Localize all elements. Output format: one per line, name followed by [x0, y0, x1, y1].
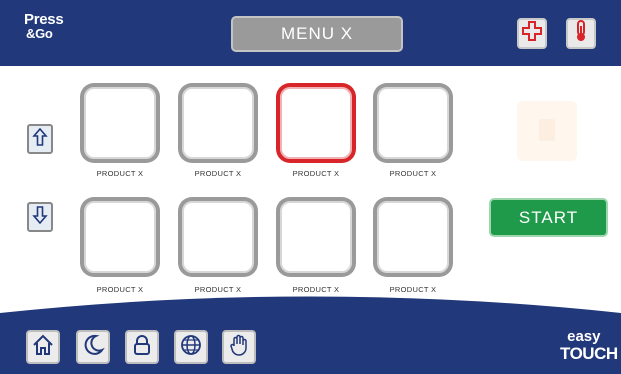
globe-icon [179, 333, 203, 362]
home-button[interactable] [26, 330, 60, 364]
product-label-3: PRODUCT X [292, 169, 340, 178]
brand-line1: easy [567, 328, 601, 345]
temperature-button[interactable] [566, 18, 596, 49]
logo-line1: Press [24, 11, 64, 28]
product-image [84, 87, 156, 159]
language-button[interactable] [174, 330, 208, 364]
product-button-3[interactable] [276, 83, 356, 163]
disabled-indicator [517, 101, 577, 161]
product-label-4: PRODUCT X [389, 169, 437, 178]
product-button-4[interactable] [373, 83, 453, 163]
product-button-7[interactable] [276, 197, 356, 277]
bottom-wave [0, 296, 621, 316]
logo-line2: &Go [26, 26, 53, 41]
product-image [377, 87, 449, 159]
sleep-button[interactable] [76, 330, 110, 364]
product-image [280, 201, 352, 273]
product-label-1: PRODUCT X [96, 169, 144, 178]
start-label: START [518, 207, 579, 227]
product-button-6[interactable] [178, 197, 258, 277]
press-and-go-logo: Press &Go [24, 11, 64, 41]
thermometer-icon [572, 19, 590, 48]
product-button-5[interactable] [80, 197, 160, 277]
add-button[interactable] [517, 18, 547, 49]
lock-icon [130, 333, 154, 362]
product-button-2[interactable] [178, 83, 258, 163]
arrow-down-icon [32, 205, 48, 230]
plus-icon [521, 20, 543, 47]
scroll-down-button[interactable] [27, 202, 53, 232]
hand-icon [227, 333, 251, 362]
product-image [182, 201, 254, 273]
home-icon [31, 333, 55, 362]
menu-title[interactable]: MENU X [231, 16, 403, 52]
product-button-8[interactable] [373, 197, 453, 277]
product-label-2: PRODUCT X [194, 169, 242, 178]
lock-button[interactable] [125, 330, 159, 364]
menu-title-label: MENU X [280, 24, 354, 43]
brand-line2: TOUCH [560, 344, 618, 363]
scroll-up-button[interactable] [27, 124, 53, 154]
product-image [84, 201, 156, 273]
product-image [280, 87, 352, 159]
product-image [377, 201, 449, 273]
easy-touch-logo: easy TOUCH [560, 328, 618, 362]
product-button-1[interactable] [80, 83, 160, 163]
arrow-up-icon [32, 127, 48, 152]
manual-button[interactable] [222, 330, 256, 364]
start-button[interactable]: START [489, 198, 608, 237]
product-image [182, 87, 254, 159]
moon-icon [81, 333, 105, 362]
